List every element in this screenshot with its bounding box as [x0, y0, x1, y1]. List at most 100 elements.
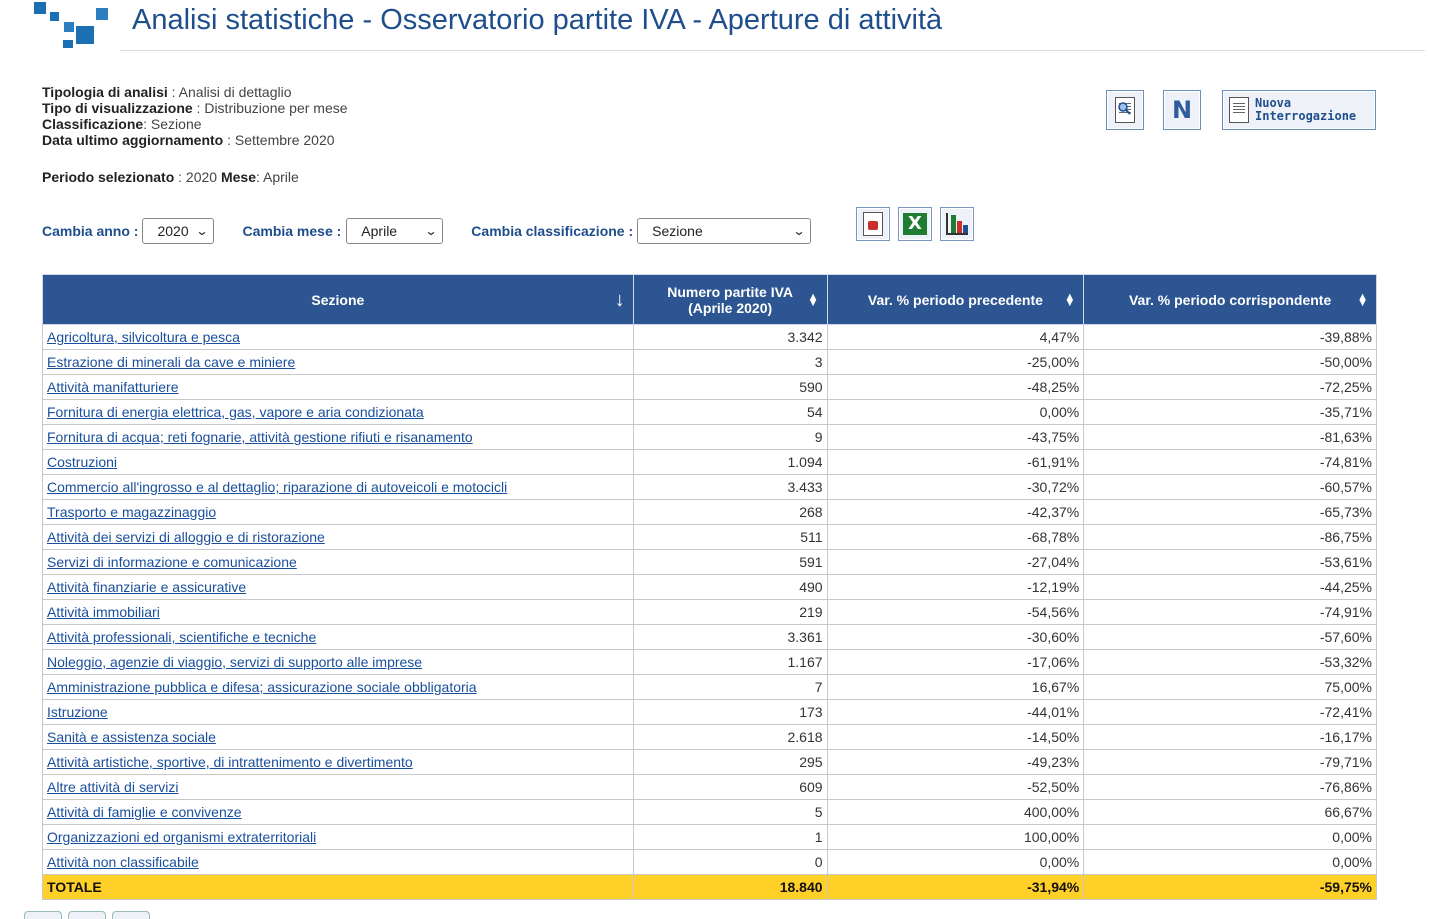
- sezione-link[interactable]: Trasporto e magazzinaggio: [47, 504, 216, 520]
- table-row: Attività di famiglie e convivenze 5 400,00…: [42, 799, 1377, 825]
- tipologia-label: Tipologia di analisi: [42, 84, 168, 100]
- column-header-var-prec[interactable]: Var. % periodo precedente ▲ ▼: [826, 274, 1085, 325]
- table-row: Attività artistiche, sportive, di intrat…: [42, 749, 1377, 775]
- sezione-link[interactable]: Istruzione: [47, 704, 108, 720]
- anno-select[interactable]: 2020 ⌄: [142, 218, 215, 244]
- classificazione-select[interactable]: Sezione ⌄: [637, 218, 812, 244]
- chart-button[interactable]: [940, 207, 974, 241]
- sezione-cell: Amministrazione pubblica e difesa; assic…: [42, 674, 634, 700]
- sezione-link[interactable]: Commercio all'ingrosso e al dettaglio; r…: [47, 479, 507, 495]
- sort-icon[interactable]: ▲ ▼: [808, 291, 819, 308]
- sezione-link[interactable]: Attività immobiliari: [47, 604, 160, 620]
- export-pdf-button[interactable]: [856, 207, 890, 241]
- cambia-anno-label: Cambia anno :: [42, 223, 139, 239]
- numero-cell: 3.361: [632, 624, 828, 650]
- sort-down-arrow-icon[interactable]: ↓: [615, 290, 625, 310]
- var-prec-cell: -30,60%: [826, 624, 1085, 650]
- sezione-link[interactable]: Noleggio, agenzie di viaggio, servizi di…: [47, 654, 422, 670]
- var-corr-cell: -60,57%: [1083, 474, 1377, 500]
- var-prec-cell: -52,50%: [826, 774, 1085, 800]
- nuova-interrogazione-button[interactable]: Nuova Interrogazione: [1222, 90, 1376, 130]
- sezione-cell: Attività artistiche, sportive, di intrat…: [42, 749, 634, 775]
- new-query-document-icon: [1229, 97, 1249, 123]
- sezione-link[interactable]: Fornitura di energia elettrica, gas, vap…: [47, 404, 424, 420]
- mese-value: : Aprile: [255, 169, 299, 185]
- bottom-button[interactable]: [112, 911, 150, 919]
- title-divider: [120, 50, 1425, 51]
- numero-cell: 590: [632, 374, 828, 400]
- sezione-link[interactable]: Estrazione di minerali da cave e miniere: [47, 354, 295, 370]
- interrogazione-label: Interrogazione: [1255, 109, 1357, 123]
- var-prec-cell: -61,91%: [826, 449, 1085, 475]
- var-corr-header-label: Var. % periodo corrispondente: [1128, 291, 1332, 308]
- sezione-cell: Attività dei servizi di alloggio e di ri…: [42, 524, 634, 550]
- anno-select-value: 2020: [157, 223, 189, 239]
- sort-icon[interactable]: ▲ ▼: [1357, 291, 1368, 308]
- table-row: Organizzazioni ed organismi extraterrito…: [42, 824, 1377, 850]
- sezione-link[interactable]: Fornitura di acqua; reti fognarie, attiv…: [47, 429, 473, 445]
- classificazione-label: Classificazione: [42, 116, 144, 132]
- numero-cell: 2.618: [632, 724, 828, 750]
- numero-cell: 1: [632, 824, 828, 850]
- var-corr-cell: -50,00%: [1083, 349, 1377, 375]
- column-header-var-corr[interactable]: Var. % periodo corrispondente ▲ ▼: [1083, 274, 1377, 325]
- column-header-sezione[interactable]: Sezione ↓: [42, 274, 634, 325]
- chevron-down-icon: ⌄: [195, 224, 209, 238]
- table-row: Attività professionali, scientifiche e t…: [42, 624, 1377, 650]
- mese-select[interactable]: Aprile ⌄: [346, 218, 444, 244]
- sezione-link[interactable]: Attività artistiche, sportive, di intrat…: [47, 754, 413, 770]
- periodo-label: Periodo selezionato: [42, 169, 175, 185]
- var-prec-header-label: Var. % periodo precedente: [867, 291, 1043, 308]
- n-button[interactable]: N: [1163, 90, 1201, 130]
- sezione-link[interactable]: Attività di famiglie e convivenze: [47, 804, 242, 820]
- table-row: Trasporto e magazzinaggio 268 -42,37% -65,7…: [42, 499, 1377, 525]
- var-corr-cell: -57,60%: [1083, 624, 1377, 650]
- numero-header-line1: Numero partite IVA: [667, 283, 794, 300]
- sezione-link[interactable]: Attività manifatturiere: [47, 379, 179, 395]
- sezione-link[interactable]: Agricoltura, silvicoltura e pesca: [47, 329, 240, 345]
- sezione-cell: Attività professionali, scientifiche e t…: [42, 624, 634, 650]
- sezione-link[interactable]: Amministrazione pubblica e difesa; assic…: [47, 679, 477, 695]
- sezione-link[interactable]: Costruzioni: [47, 454, 117, 470]
- bottom-button[interactable]: [68, 911, 106, 919]
- table-row: Attività immobiliari 219 -54,56% -74,91%: [42, 599, 1377, 625]
- var-prec-cell: -30,72%: [826, 474, 1085, 500]
- numero-cell: 1.167: [632, 649, 828, 675]
- sezione-link[interactable]: Servizi di informazione e comunicazione: [47, 554, 297, 570]
- sezione-link[interactable]: Organizzazioni ed organismi extraterrito…: [47, 829, 316, 845]
- table-header-row: Sezione ↓ Numero partite IVA (Aprile 202…: [42, 274, 1377, 325]
- sort-icon[interactable]: ▲ ▼: [1064, 291, 1075, 308]
- var-corr-cell: 75,00%: [1083, 674, 1377, 700]
- export-excel-button[interactable]: X: [898, 207, 932, 241]
- var-corr-cell: 0,00%: [1083, 849, 1377, 875]
- var-corr-cell: -65,73%: [1083, 499, 1377, 525]
- numero-cell: 1.094: [632, 449, 828, 475]
- table-row: Servizi di informazione e comunicazione 5…: [42, 549, 1377, 575]
- sezione-cell: Noleggio, agenzie di viaggio, servizi di…: [42, 649, 634, 675]
- sezione-link[interactable]: Attività dei servizi di alloggio e di ri…: [47, 529, 325, 545]
- document-search-button[interactable]: [1106, 90, 1144, 130]
- table-row: Altre attività di servizi 609 -52,50% -76,8…: [42, 774, 1377, 800]
- var-prec-cell: -49,23%: [826, 749, 1085, 775]
- sezione-link[interactable]: Altre attività di servizi: [47, 779, 178, 795]
- bottom-button[interactable]: [24, 911, 62, 919]
- var-corr-cell: -39,88%: [1083, 324, 1377, 350]
- document-search-icon: [1115, 97, 1135, 123]
- sezione-link[interactable]: Sanità e assistenza sociale: [47, 729, 216, 745]
- sezione-link[interactable]: Attività non classificabile: [47, 854, 199, 870]
- sezione-cell: Attività finanziarie e assicurative: [42, 574, 634, 600]
- tipologia-value: : Analisi di dettaglio: [167, 84, 292, 100]
- numero-cell: 295: [632, 749, 828, 775]
- mese-label: Mese: [220, 169, 256, 185]
- numero-cell: 609: [632, 774, 828, 800]
- sezione-link[interactable]: Attività finanziarie e assicurative: [47, 579, 246, 595]
- classificazione-value: : Sezione: [143, 116, 202, 132]
- chevron-down-icon: ⌄: [424, 224, 438, 238]
- var-prec-cell: -43,75%: [826, 424, 1085, 450]
- numero-cell: 591: [632, 549, 828, 575]
- sezione-link[interactable]: Attività professionali, scientifiche e t…: [47, 629, 316, 645]
- numero-cell: 3.342: [632, 324, 828, 350]
- var-corr-cell: -81,63%: [1083, 424, 1377, 450]
- column-header-numero[interactable]: Numero partite IVA (Aprile 2020) ▲ ▼: [632, 274, 828, 325]
- var-prec-cell: -14,50%: [826, 724, 1085, 750]
